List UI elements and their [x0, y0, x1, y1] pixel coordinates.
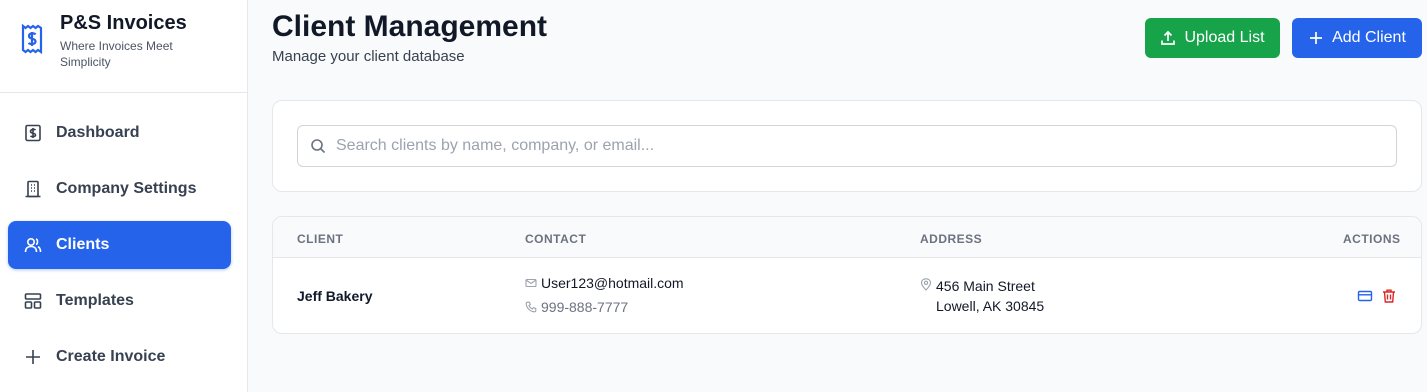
sidebar-item-dashboard[interactable]: Dashboard [8, 109, 231, 157]
dollar-receipt-icon [24, 124, 42, 142]
address-line-2: Lowell, AK 30845 [936, 298, 1045, 314]
sidebar: P&S Invoices Where Invoices Meet Simplic… [0, 0, 248, 392]
brand-header: P&S Invoices Where Invoices Meet Simplic… [0, 0, 247, 93]
upload-list-label: Upload List [1184, 29, 1265, 46]
app-name: P&S Invoices [60, 12, 187, 34]
client-name: Jeff Bakery [297, 288, 373, 304]
receipt-dollar-icon [21, 24, 43, 54]
table-row: Jeff Bakery User123@hotmail.com 999-888-… [273, 258, 1421, 333]
table-header: CLIENT CONTACT ADDRESS ACTIONS [273, 217, 1421, 258]
sidebar-item-clients[interactable]: Clients [8, 221, 231, 269]
trash-icon[interactable] [1381, 288, 1397, 304]
users-icon [24, 236, 42, 254]
client-email: User123@hotmail.com [525, 275, 684, 291]
add-client-button[interactable]: Add Client [1292, 18, 1422, 58]
sidebar-item-label: Clients [56, 236, 110, 253]
app-tagline: Where Invoices Meet Simplicity [60, 39, 173, 69]
clients-table: CLIENT CONTACT ADDRESS ACTIONS Jeff Bake… [272, 216, 1422, 334]
phone-text: 999-888-7777 [541, 299, 629, 315]
column-header-client: CLIENT [297, 232, 344, 246]
plus-icon [24, 348, 42, 366]
upload-list-button[interactable]: Upload List [1145, 18, 1280, 58]
sidebar-item-create-invoice[interactable]: Create Invoice [8, 333, 231, 381]
sidebar-item-label: Create Invoice [56, 348, 166, 365]
map-pin-icon [920, 278, 932, 291]
search-input[interactable] [336, 137, 1336, 155]
sidebar-item-company-settings[interactable]: Company Settings [8, 165, 231, 213]
sidebar-item-label: Templates [56, 292, 134, 309]
column-header-contact: CONTACT [525, 232, 587, 246]
address-line-1: 456 Main Street [936, 278, 1035, 294]
phone-icon [525, 301, 537, 313]
card-icon[interactable] [1357, 288, 1373, 304]
sidebar-item-templates[interactable]: Templates [8, 277, 231, 325]
column-header-actions: ACTIONS [1343, 232, 1401, 246]
plus-icon [1310, 32, 1323, 44]
email-text: User123@hotmail.com [541, 275, 684, 291]
sidebar-nav: Dashboard Company Settings Clients Templ… [8, 109, 231, 389]
mail-icon [525, 278, 537, 288]
building-icon [24, 180, 42, 198]
search-icon [311, 139, 326, 154]
upload-icon [1161, 30, 1176, 45]
sidebar-item-label: Dashboard [56, 124, 140, 141]
client-phone: 999-888-7777 [525, 299, 628, 315]
page-subtitle: Manage your client database [272, 48, 465, 65]
column-header-address: ADDRESS [920, 232, 983, 246]
sidebar-item-label: Company Settings [56, 180, 197, 197]
layout-icon [24, 292, 42, 310]
main-content: Client Management Manage your client dat… [248, 0, 1427, 392]
add-client-label: Add Client [1332, 29, 1406, 46]
search-box[interactable] [297, 125, 1397, 167]
search-card [272, 100, 1422, 192]
page-title: Client Management [272, 10, 548, 43]
